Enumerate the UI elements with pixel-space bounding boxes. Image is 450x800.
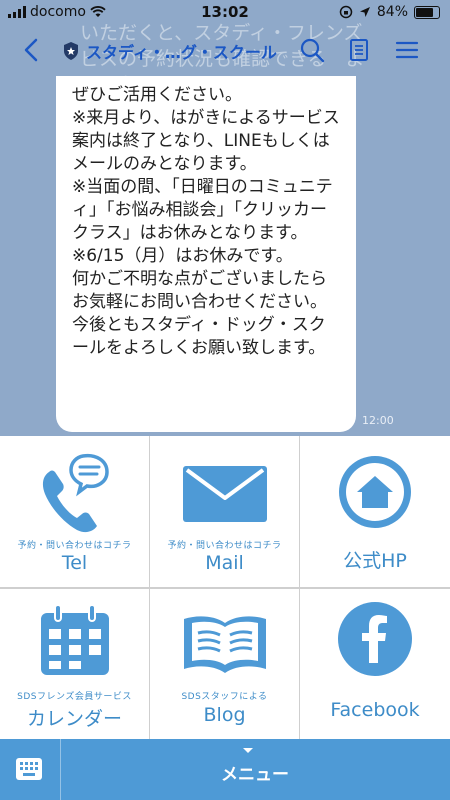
- home-label: 公式HP: [343, 550, 407, 572]
- chat-title[interactable]: スタディ・…グ・スクール: [62, 39, 277, 63]
- mail-label: Mail: [205, 552, 244, 574]
- message-line: ぜひご活用ください。: [72, 85, 242, 105]
- menu-tel-button[interactable]: 予約・問い合わせはコチラ Tel: [0, 436, 149, 587]
- keyboard-icon: [16, 758, 42, 780]
- rotation-lock-icon: [339, 5, 353, 19]
- chat-header: いただくと、スタディ・フレンズ ビスの予約状況も確認できる ようになりました。 …: [0, 22, 450, 76]
- shield-icon: [64, 42, 78, 60]
- phone-icon: [42, 453, 109, 533]
- tel-caption: 予約・問い合わせはコチラ: [17, 541, 132, 551]
- bottom-bar: メニュー: [0, 739, 450, 800]
- calendar-caption: SDSフレンズ会員サービス: [17, 692, 132, 702]
- keyboard-toggle-button[interactable]: [0, 739, 61, 800]
- battery-icon: [414, 5, 440, 19]
- menu-facebook-button[interactable]: Facebook: [300, 589, 450, 739]
- blog-label: Blog: [203, 704, 246, 726]
- menu-toggle-button[interactable]: メニュー: [60, 760, 450, 785]
- calendar-icon: [40, 604, 109, 675]
- menu-blog-button[interactable]: SDSスタッフによる Blog: [150, 589, 299, 739]
- menu-mail-button[interactable]: 予約・問い合わせはコチラ Mail: [150, 436, 299, 587]
- mail-caption: 予約・問い合わせはコチラ: [167, 541, 282, 551]
- mail-icon: [182, 466, 267, 522]
- status-right: 84%: [339, 4, 440, 20]
- message-bubble: ぜひご活用ください。 ※来月より、はがきによるサービス案内は終了となり、LINE…: [56, 76, 356, 432]
- back-arrow-icon[interactable]: [18, 36, 46, 64]
- facebook-label: Facebook: [330, 699, 420, 721]
- battery-percent: 84%: [376, 4, 408, 20]
- hamburger-icon[interactable]: [393, 36, 421, 64]
- blog-caption: SDSスタッフによる: [181, 692, 268, 702]
- home-icon: [339, 456, 411, 528]
- battery-level: [416, 7, 433, 17]
- message-line: ※6/15（月）はお休みです。: [72, 246, 293, 266]
- menu-calendar-button[interactable]: SDSフレンズ会員サービス カレンダー: [0, 589, 149, 739]
- message-line: 何かご不明な点がございましたらお気軽にお問い合わせください。: [72, 269, 327, 312]
- search-icon[interactable]: [298, 36, 326, 64]
- notes-icon[interactable]: [345, 36, 373, 64]
- rich-menu: 予約・問い合わせはコチラ Tel 予約・問い合わせはコチラ Mail 公式HP …: [0, 436, 450, 739]
- menu-collapse-arrow-icon[interactable]: [243, 748, 253, 753]
- facebook-icon: [338, 602, 412, 676]
- calendar-label: カレンダー: [26, 708, 122, 730]
- message-time: 12:00: [362, 414, 394, 427]
- message-line: ※当面の間、「日曜日のコミュニティ」「お悩み相談会」「クリッカークラス」はお休み…: [72, 177, 333, 243]
- message-line: ※来月より、はがきによるサービス案内は終了となり、LINEもしくはメールのみとな…: [72, 108, 340, 174]
- menu-home-button[interactable]: 公式HP: [300, 436, 450, 587]
- chat-title-text: スタディ・…グ・スクール: [86, 43, 277, 62]
- location-icon: [359, 7, 370, 17]
- tel-label: Tel: [61, 552, 88, 574]
- book-icon: [183, 616, 266, 673]
- message-line: 今後ともスタディ・ドッグ・スクールをよろしくお願い致します。: [72, 315, 326, 358]
